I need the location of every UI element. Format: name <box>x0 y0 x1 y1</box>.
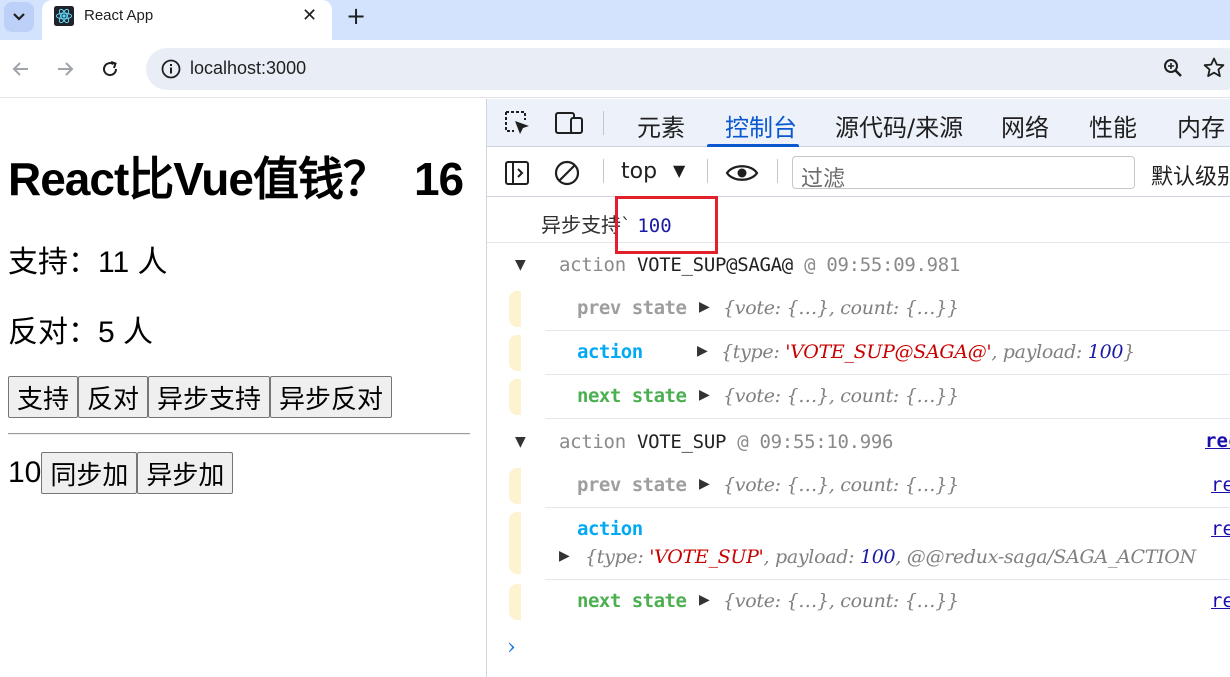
reload-button[interactable] <box>97 56 123 82</box>
async-support-button[interactable]: 异步支持 <box>148 376 271 418</box>
react-logo-icon <box>54 6 74 26</box>
source-link[interactable]: re <box>1211 590 1230 612</box>
forward-button[interactable] <box>52 56 78 82</box>
next-state-value: {vote: {…}, count: {…}} <box>723 590 959 612</box>
prev-state-entry[interactable]: prev state ▶ {vote: {…}, count: {…}} <box>487 287 1230 331</box>
oppose-count: 反对：5 人 <box>8 316 154 349</box>
next-state-label: next state <box>577 590 687 612</box>
source-link[interactable]: re <box>1211 518 1230 540</box>
toolbar-separator <box>707 159 708 183</box>
site-info-icon[interactable] <box>160 58 182 80</box>
expand-arrow-icon[interactable]: ▶ <box>699 387 710 403</box>
oppose-button[interactable]: 反对 <box>78 376 149 418</box>
tab-memory[interactable]: 内存 <box>1177 108 1225 143</box>
expand-arrow-icon[interactable]: ▶ <box>559 548 570 564</box>
vote-total: 16 <box>413 153 464 205</box>
url-text[interactable]: localhost:3000 <box>190 58 306 79</box>
next-state-entry[interactable]: next state ▶ {vote: {…}, count: {…}} <box>487 375 1230 419</box>
action-label: action <box>577 518 643 540</box>
expand-arrow-icon[interactable]: ▶ <box>699 592 710 608</box>
title-text: React比Vue值钱？ <box>8 153 389 205</box>
devtools-panel: 元素 控制台 源代码/来源 网络 性能 内存 top ▼ 过滤 默认级别 <box>486 99 1230 677</box>
log-levels-dropdown[interactable]: 默认级别 <box>1151 159 1230 191</box>
next-state-value: {vote: {…}, count: {…}} <box>723 385 959 407</box>
devtools-tab-bar: 元素 控制台 源代码/来源 网络 性能 内存 <box>487 99 1230 147</box>
arrow-right-icon <box>58 62 74 76</box>
zoom-icon[interactable] <box>1162 57 1184 79</box>
page-content: React比Vue值钱？ 16 支持：11 人 反对：5 人 支持 反对 异步支持… <box>0 99 486 677</box>
prev-state-label: prev state <box>577 474 687 496</box>
tab-strip: React App ✕ + <box>0 0 1230 40</box>
counter: 10 同步加 异步加 <box>8 452 234 494</box>
sidebar-toggle-icon[interactable] <box>503 159 531 187</box>
browser-toolbar: localhost:3000 <box>0 40 1230 98</box>
async-oppose-button[interactable]: 异步反对 <box>270 376 393 418</box>
sync-add-button[interactable]: 同步加 <box>41 452 138 494</box>
prev-state-entry[interactable]: prev state ▶ {vote: {…}, count: {…}} re <box>487 464 1230 508</box>
prev-state-label: prev state <box>577 297 687 319</box>
inspect-element-icon[interactable] <box>503 109 531 137</box>
context-selector[interactable]: top <box>621 159 657 184</box>
tab-search-button[interactable] <box>4 2 34 32</box>
expand-arrow-icon[interactable]: ▶ <box>699 476 710 492</box>
action-group-header[interactable]: ▼ action VOTE_SUP@SAGA@ @ 09:55:09.981 <box>487 245 1230 287</box>
expand-triangle-icon[interactable]: ▼ <box>515 257 526 273</box>
expand-arrow-icon[interactable]: ▶ <box>699 299 710 315</box>
vote-buttons: 支持 反对 异步支持 异步反对 <box>8 376 393 418</box>
tab-elements[interactable]: 元素 <box>637 108 685 143</box>
prev-state-value: {vote: {…}, count: {…}} <box>723 297 959 319</box>
dropdown-arrow-icon[interactable]: ▼ <box>673 161 685 180</box>
tab-performance[interactable]: 性能 <box>1089 108 1137 143</box>
source-link[interactable]: rec <box>1205 430 1230 452</box>
arrow-left-icon <box>12 62 28 76</box>
support-button[interactable]: 支持 <box>8 376 79 418</box>
action-value: {type: 'VOTE_SUP@SAGA@', payload: 100} <box>721 341 1135 363</box>
console-output: 异步支持` 100 ▼ action VOTE_SUP@SAGA@ @ 09:5… <box>487 196 1230 677</box>
filter-placeholder: 过滤 <box>801 167 846 192</box>
action-label: action <box>577 341 643 363</box>
chevron-down-icon <box>13 13 25 21</box>
browser-tab[interactable]: React App ✕ <box>42 0 332 40</box>
reload-icon <box>103 61 118 77</box>
expand-triangle-icon[interactable]: ▼ <box>515 434 526 450</box>
divider <box>8 433 470 435</box>
console-message: 异步支持` 100 <box>487 196 1230 254</box>
console-toolbar: top ▼ 过滤 默认级别 <box>487 147 1230 197</box>
tab-network[interactable]: 网络 <box>1001 108 1049 143</box>
next-state-label: next state <box>577 385 687 407</box>
tab-console[interactable]: 控制台 <box>725 108 797 143</box>
prev-state-value: {vote: {…}, count: {…}} <box>723 474 959 496</box>
count-value: 10 <box>8 456 42 489</box>
action-value: {type: 'VOTE_SUP', payload: 100, @@redux… <box>585 546 1196 568</box>
toolbar-separator <box>777 159 778 183</box>
device-toolbar-icon[interactable] <box>553 109 585 137</box>
expand-arrow-icon[interactable]: ▶ <box>697 343 708 359</box>
back-button[interactable] <box>8 56 34 82</box>
async-add-button[interactable]: 异步加 <box>137 452 234 494</box>
source-link[interactable]: re <box>1211 474 1230 496</box>
console-filter-input[interactable]: 过滤 <box>792 156 1135 192</box>
next-state-entry[interactable]: next state ▶ {vote: {…}, count: {…}} re <box>487 580 1230 624</box>
new-tab-button[interactable]: + <box>346 2 366 30</box>
action-group-title: action VOTE_SUP@SAGA@ @ 09:55:09.981 <box>559 254 961 276</box>
page-title: React比Vue值钱？ 16 <box>8 143 464 209</box>
eye-icon[interactable] <box>725 161 759 185</box>
tab-title: React App <box>84 7 154 24</box>
tab-sources[interactable]: 源代码/来源 <box>835 108 963 143</box>
address-bar[interactable]: localhost:3000 <box>146 48 1230 90</box>
bookmark-star-icon[interactable] <box>1202 56 1226 80</box>
support-count: 支持：11 人 <box>8 246 168 279</box>
action-entry[interactable]: action ▶ {type: 'VOTE_SUP', payload: 100… <box>487 508 1230 580</box>
action-entry[interactable]: action ▶ {type: 'VOTE_SUP@SAGA@', payloa… <box>487 331 1230 375</box>
console-prompt[interactable]: › <box>507 635 516 660</box>
toolbar-separator <box>603 111 604 135</box>
clear-console-icon[interactable] <box>553 159 581 187</box>
action-group-header[interactable]: ▼ action VOTE_SUP @ 09:55:10.996 rec <box>487 422 1230 464</box>
action-group-title: action VOTE_SUP @ 09:55:10.996 <box>559 431 894 453</box>
close-tab-icon[interactable]: ✕ <box>302 5 317 26</box>
toolbar-separator <box>603 159 604 183</box>
